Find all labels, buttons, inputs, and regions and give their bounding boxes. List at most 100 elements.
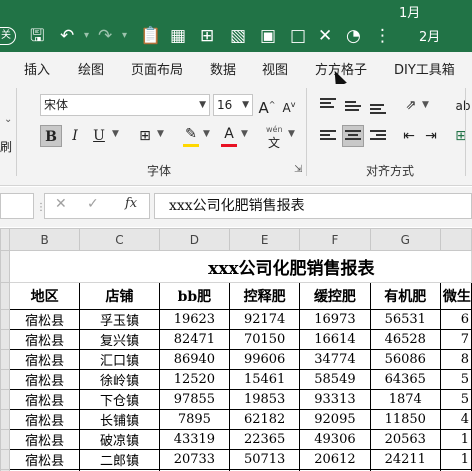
cell-bb[interactable]: 19623: [158, 309, 231, 330]
header-organic[interactable]: 有机肥: [369, 282, 441, 310]
cell-organic[interactable]: 64365: [369, 369, 441, 390]
formula-input[interactable]: xxx公司化肥销售报表: [154, 193, 472, 219]
row-header[interactable]: [0, 369, 11, 390]
borders-icon[interactable]: ⊞: [134, 125, 156, 147]
cell-organic[interactable]: 46528: [369, 329, 441, 350]
font-size-select[interactable]: 16 ▼: [213, 94, 253, 116]
cell-controlled[interactable]: 22365: [228, 429, 301, 450]
cell-bb[interactable]: 12520: [158, 369, 231, 390]
cell-select-icon[interactable]: ▣: [260, 20, 276, 52]
align-bottom-icon[interactable]: [370, 104, 386, 118]
align-right-icon[interactable]: [370, 130, 386, 144]
cell-store[interactable]: 复兴镇: [79, 329, 160, 350]
cell-microbial[interactable]: 5: [439, 369, 472, 390]
cell-bb[interactable]: 7895: [158, 409, 231, 430]
row-header[interactable]: [0, 329, 11, 350]
increase-font-button[interactable]: A^: [256, 94, 278, 117]
cell-slow[interactable]: 20612: [299, 449, 371, 470]
cell-controlled[interactable]: 99606: [228, 349, 301, 370]
delete-icon[interactable]: ✕: [318, 20, 332, 52]
cell-slow[interactable]: 92095: [299, 409, 371, 430]
column-header-c[interactable]: C: [79, 228, 160, 251]
cell-bb[interactable]: 82471: [158, 329, 231, 350]
more-icon[interactable]: ⋮: [374, 20, 391, 52]
confirm-icon[interactable]: ✓: [87, 196, 99, 212]
row-header[interactable]: [0, 282, 11, 310]
cell-slow[interactable]: 58549: [299, 369, 371, 390]
dialog-launcher-icon[interactable]: ⇲: [294, 164, 302, 175]
cell-controlled[interactable]: 15461: [228, 369, 301, 390]
cell-region[interactable]: 宿松县: [9, 369, 81, 390]
align-center-button[interactable]: [342, 125, 364, 147]
grid-icon[interactable]: ⊞: [200, 20, 214, 52]
font-name-select[interactable]: 宋体 ▼: [40, 94, 210, 116]
cell-store[interactable]: 孚玉镇: [79, 309, 160, 330]
cell-controlled[interactable]: 92174: [228, 309, 301, 330]
border-icon[interactable]: □: [290, 20, 306, 52]
cell-region[interactable]: 宿松县: [9, 349, 81, 370]
report-title-cell[interactable]: xxx公司化肥销售报表: [9, 250, 472, 283]
camera-icon[interactable]: ◔: [346, 20, 361, 52]
cell-region[interactable]: 宿松县: [9, 309, 81, 330]
cell-region[interactable]: 宿松县: [9, 329, 81, 350]
cell-store[interactable]: 破凉镇: [79, 429, 160, 450]
clipboard-icon[interactable]: 📋: [140, 20, 161, 52]
insert-function-button[interactable]: fx: [125, 196, 137, 211]
row-header[interactable]: [0, 349, 11, 370]
header-controlled-release[interactable]: 控释肥: [228, 282, 301, 310]
align-left-icon[interactable]: [320, 130, 336, 144]
phonetic-guide-top[interactable]: wén: [266, 125, 283, 134]
align-top-icon[interactable]: [320, 98, 336, 112]
cell-region[interactable]: 宿松县: [9, 389, 81, 410]
chevron-down-icon[interactable]: ▼: [422, 100, 429, 110]
column-header-b[interactable]: B: [9, 228, 81, 251]
collapse-chevron-icon[interactable]: ⌄: [4, 114, 12, 125]
cell-slow[interactable]: 93313: [299, 389, 371, 410]
cell-microbial[interactable]: 1: [439, 429, 472, 450]
increase-indent-icon[interactable]: ⇥: [420, 125, 442, 147]
cell-bb[interactable]: 86940: [158, 349, 231, 370]
cell-organic[interactable]: 56086: [369, 349, 441, 370]
cell-microbial[interactable]: 8: [439, 349, 472, 370]
row-header[interactable]: [0, 389, 11, 410]
chevron-down-icon[interactable]: ▼: [241, 129, 248, 139]
select-all-corner[interactable]: [0, 228, 11, 251]
sheet-icon[interactable]: ▦: [170, 20, 186, 52]
tab-draw[interactable]: 绘图: [78, 59, 104, 78]
cell-microbial[interactable]: 4: [439, 409, 472, 430]
cell-region[interactable]: 宿松县: [9, 409, 81, 430]
save-icon[interactable]: 🖫: [30, 20, 44, 52]
row-header[interactable]: [0, 409, 11, 430]
header-store[interactable]: 店铺: [79, 282, 160, 310]
tab-page-layout[interactable]: 页面布局: [131, 59, 183, 78]
row-header[interactable]: [0, 250, 11, 283]
row-header[interactable]: [0, 449, 11, 470]
name-box[interactable]: [0, 193, 34, 219]
cancel-icon[interactable]: ✕: [55, 196, 67, 212]
cell-microbial[interactable]: 6: [439, 309, 472, 330]
cell-region[interactable]: 宿松县: [9, 449, 81, 470]
decrease-font-button[interactable]: Av: [278, 94, 300, 116]
tab-view[interactable]: 视图: [262, 59, 288, 78]
column-header-h[interactable]: [439, 228, 472, 251]
cell-store[interactable]: 徐岭镇: [79, 369, 160, 390]
cell-organic[interactable]: 1874: [369, 389, 441, 410]
column-header-e[interactable]: E: [228, 228, 301, 251]
cell-store[interactable]: 下仓镇: [79, 389, 160, 410]
merge-center-icon[interactable]: ⊞: [450, 125, 472, 147]
cell-store[interactable]: 汇口镇: [79, 349, 160, 370]
orientation-icon[interactable]: ⇗: [400, 95, 422, 117]
cell-controlled[interactable]: 70150: [228, 329, 301, 350]
row-header[interactable]: [0, 309, 11, 330]
wrap-text-icon[interactable]: ab: [452, 95, 472, 117]
row-header[interactable]: [0, 429, 11, 450]
decrease-indent-icon[interactable]: ⇤: [398, 125, 420, 147]
cell-bb[interactable]: 20733: [158, 449, 231, 470]
column-header-d[interactable]: D: [158, 228, 231, 251]
header-slow-release[interactable]: 缓控肥: [299, 282, 371, 310]
cell-region[interactable]: 宿松县: [9, 429, 81, 450]
cell-slow[interactable]: 49306: [299, 429, 371, 450]
cell-slow[interactable]: 16973: [299, 309, 371, 330]
fill-color-icon[interactable]: ✎: [180, 123, 202, 145]
column-header-f[interactable]: F: [299, 228, 371, 251]
